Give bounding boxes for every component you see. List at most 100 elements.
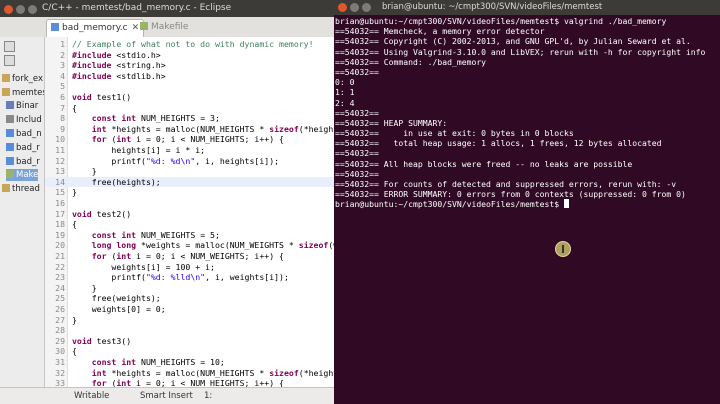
eclipse-titlebar[interactable]: C/C++ - memtest/bad_memory.c - Eclipse (0, 0, 334, 17)
code-text: } (72, 166, 97, 177)
code-line[interactable]: 28 (45, 325, 334, 336)
code-line[interactable]: 17 void test2() (45, 209, 334, 220)
eclipse-window-title: C/C++ - memtest/bad_memory.c - Eclipse (42, 3, 232, 13)
line-number: 11 (55, 145, 65, 155)
line-number: 15 (55, 187, 65, 198)
status-cursor-position: 1: (204, 391, 213, 401)
terminal-window-title: brian@ubuntu: ~/cmpt300/SVN/videoFiles/m… (382, 2, 603, 12)
line-number: 9 (60, 123, 65, 134)
code-line[interactable]: 6 void test1() (45, 92, 334, 103)
c-file-icon (51, 23, 59, 31)
code-line[interactable]: 32 int *heights = malloc(NUM_HEIGHTS * s… (45, 368, 334, 379)
code-line[interactable]: 31 const int NUM_HEIGHTS = 10; (45, 357, 334, 368)
tree-item-binaries[interactable]: Binar (6, 100, 38, 112)
line-number: 23 (55, 272, 65, 283)
terminal-line: ==54032== Copyright (C) 2002-2013, and G… (335, 36, 691, 47)
code-line[interactable]: 10 for (int i = 0; i < NUM_HEIGHTS; i++)… (45, 134, 334, 145)
terminal-line: ==54032== Memcheck, a memory error detec… (335, 26, 545, 37)
code-line[interactable]: 23 printf("%d: %lld\n", i, weights[i]); (45, 272, 334, 283)
terminal-window: brian@ubuntu: ~/cmpt300/SVN/videoFiles/m… (334, 0, 720, 404)
code-editor[interactable]: 1 // Example of what not to do with dynam… (45, 37, 334, 387)
terminal-line: ==54032== (335, 148, 379, 159)
code-line[interactable]: 2 #include <stdio.h> (45, 50, 334, 61)
makefile-icon (6, 170, 14, 178)
makefile-icon (140, 22, 148, 30)
includes-icon (6, 115, 14, 123)
line-number: 19 (55, 229, 65, 240)
code-line[interactable]: 11 heights[i] = i * i; (45, 145, 334, 156)
maximize-window-button[interactable] (362, 3, 371, 12)
tree-item-fork-ex[interactable]: fork_ex (2, 73, 43, 85)
line-number: 2 (60, 49, 65, 60)
code-line[interactable]: 18 { (45, 219, 334, 230)
tree-item-makefile[interactable]: Make (6, 169, 39, 181)
status-insert-mode: Smart Insert (140, 391, 193, 401)
line-number: 27 (55, 314, 65, 325)
code-line[interactable]: 5 (45, 81, 334, 92)
code-line[interactable]: 8 const int NUM_HEIGHTS = 3; (45, 113, 334, 124)
code-line[interactable]: 33 for (int i = 0; i < NUM_HEIGHTS; i++)… (45, 378, 334, 387)
tree-item-thread[interactable]: thread (2, 183, 40, 195)
code-line[interactable]: 14 free(heights); (45, 176, 334, 188)
code-text: void test2() (72, 208, 132, 219)
close-window-button[interactable] (4, 5, 13, 14)
mouse-cursor-icon (555, 241, 571, 257)
line-number: 10 (55, 134, 65, 145)
code-text: free(heights); (72, 176, 161, 187)
line-number: 14 (55, 176, 65, 187)
terminal-line: ==54032== (335, 66, 379, 77)
code-line[interactable]: 27} (45, 315, 334, 326)
code-line[interactable]: 1 // Example of what not to do with dynam… (45, 39, 334, 50)
code-text: int *heights = malloc(NUM_HEIGHTS * size… (91, 123, 334, 134)
code-line[interactable]: 7{ (45, 103, 334, 114)
code-line[interactable]: 29 void test3() (45, 336, 334, 347)
tab-makefile[interactable]: Makefile (136, 19, 192, 36)
code-text: for (int i = 0; i < NUM_HEIGHTS; i++) { (91, 378, 284, 387)
line-number: 20 (55, 240, 65, 251)
terminal-line: ==54032== HEAP SUMMARY: (335, 117, 448, 128)
code-line[interactable]: 13 } (45, 166, 334, 177)
code-text: { (72, 219, 77, 230)
maximize-window-button[interactable] (28, 5, 37, 14)
line-number: 7 (60, 102, 65, 113)
code-line[interactable]: 22 weights[i] = 100 + i; (45, 262, 334, 273)
code-line[interactable]: 20 long long *weights = malloc(NUM_WEIGH… (45, 240, 334, 251)
tree-item-memtest[interactable]: memtest (2, 87, 44, 99)
line-number: 18 (55, 219, 65, 230)
terminal-titlebar[interactable]: brian@ubuntu: ~/cmpt300/SVN/videoFiles/m… (334, 0, 720, 15)
close-window-button[interactable] (338, 3, 347, 12)
code-text: for (int i = 0; i < NUM_HEIGHTS; i++) { (91, 134, 284, 145)
terminal-line: ==54032== total heap usage: 1 allocs, 1 … (335, 138, 662, 149)
code-line[interactable]: 16 (45, 198, 334, 209)
project-explorer: fork_ex memtest Binar Includ bad_n bad_r… (0, 37, 45, 387)
minimize-window-button[interactable] (350, 3, 359, 12)
code-line[interactable]: 19 const int NUM_WEIGHTS = 5; (45, 230, 334, 241)
code-text: void test3() (72, 335, 132, 346)
minimize-window-button[interactable] (16, 5, 25, 14)
code-line[interactable]: 3 #include <string.h> (45, 60, 334, 71)
tree-item-bad-r-2[interactable]: bad_r (6, 156, 40, 168)
tree-item-includes[interactable]: Includ (6, 114, 42, 126)
code-line[interactable]: 4 #include <stdlib.h> (45, 71, 334, 82)
tab-bad-memory-c[interactable]: bad_memory.c ✕ (46, 19, 145, 37)
code-line[interactable]: 26 weights[0] = 0; (45, 304, 334, 315)
link-editor-icon[interactable] (4, 55, 15, 66)
terminal-output[interactable]: brian@ubuntu:~/cmpt300/SVN/videoFiles/me… (335, 16, 720, 210)
collapse-icon[interactable] (4, 41, 15, 52)
code-line[interactable]: 9 int *heights = malloc(NUM_HEIGHTS * si… (45, 124, 334, 135)
line-number: 25 (55, 293, 65, 304)
code-line[interactable]: 12 printf("%d: %d\n", i, heights[i]); (45, 156, 334, 167)
line-number: 17 (55, 208, 65, 219)
status-writable: Writable (74, 391, 110, 401)
eclipse-window: C/C++ - memtest/bad_memory.c - Eclipse b… (0, 0, 334, 404)
tree-item-bad-r-1[interactable]: bad_r (6, 142, 40, 154)
line-number: 21 (55, 251, 65, 261)
code-line[interactable]: 24 } (45, 283, 334, 294)
code-line[interactable]: 15} (45, 187, 334, 198)
code-line[interactable]: 30 { (45, 346, 334, 357)
code-line[interactable]: 21 for (int i = 0; i < NUM_WEIGHTS; i++)… (45, 251, 334, 262)
tab-label: Makefile (151, 22, 189, 32)
tree-item-bad-n[interactable]: bad_n (6, 128, 42, 140)
code-line[interactable]: 25 free(weights); (45, 293, 334, 304)
line-number: 6 (60, 92, 65, 102)
